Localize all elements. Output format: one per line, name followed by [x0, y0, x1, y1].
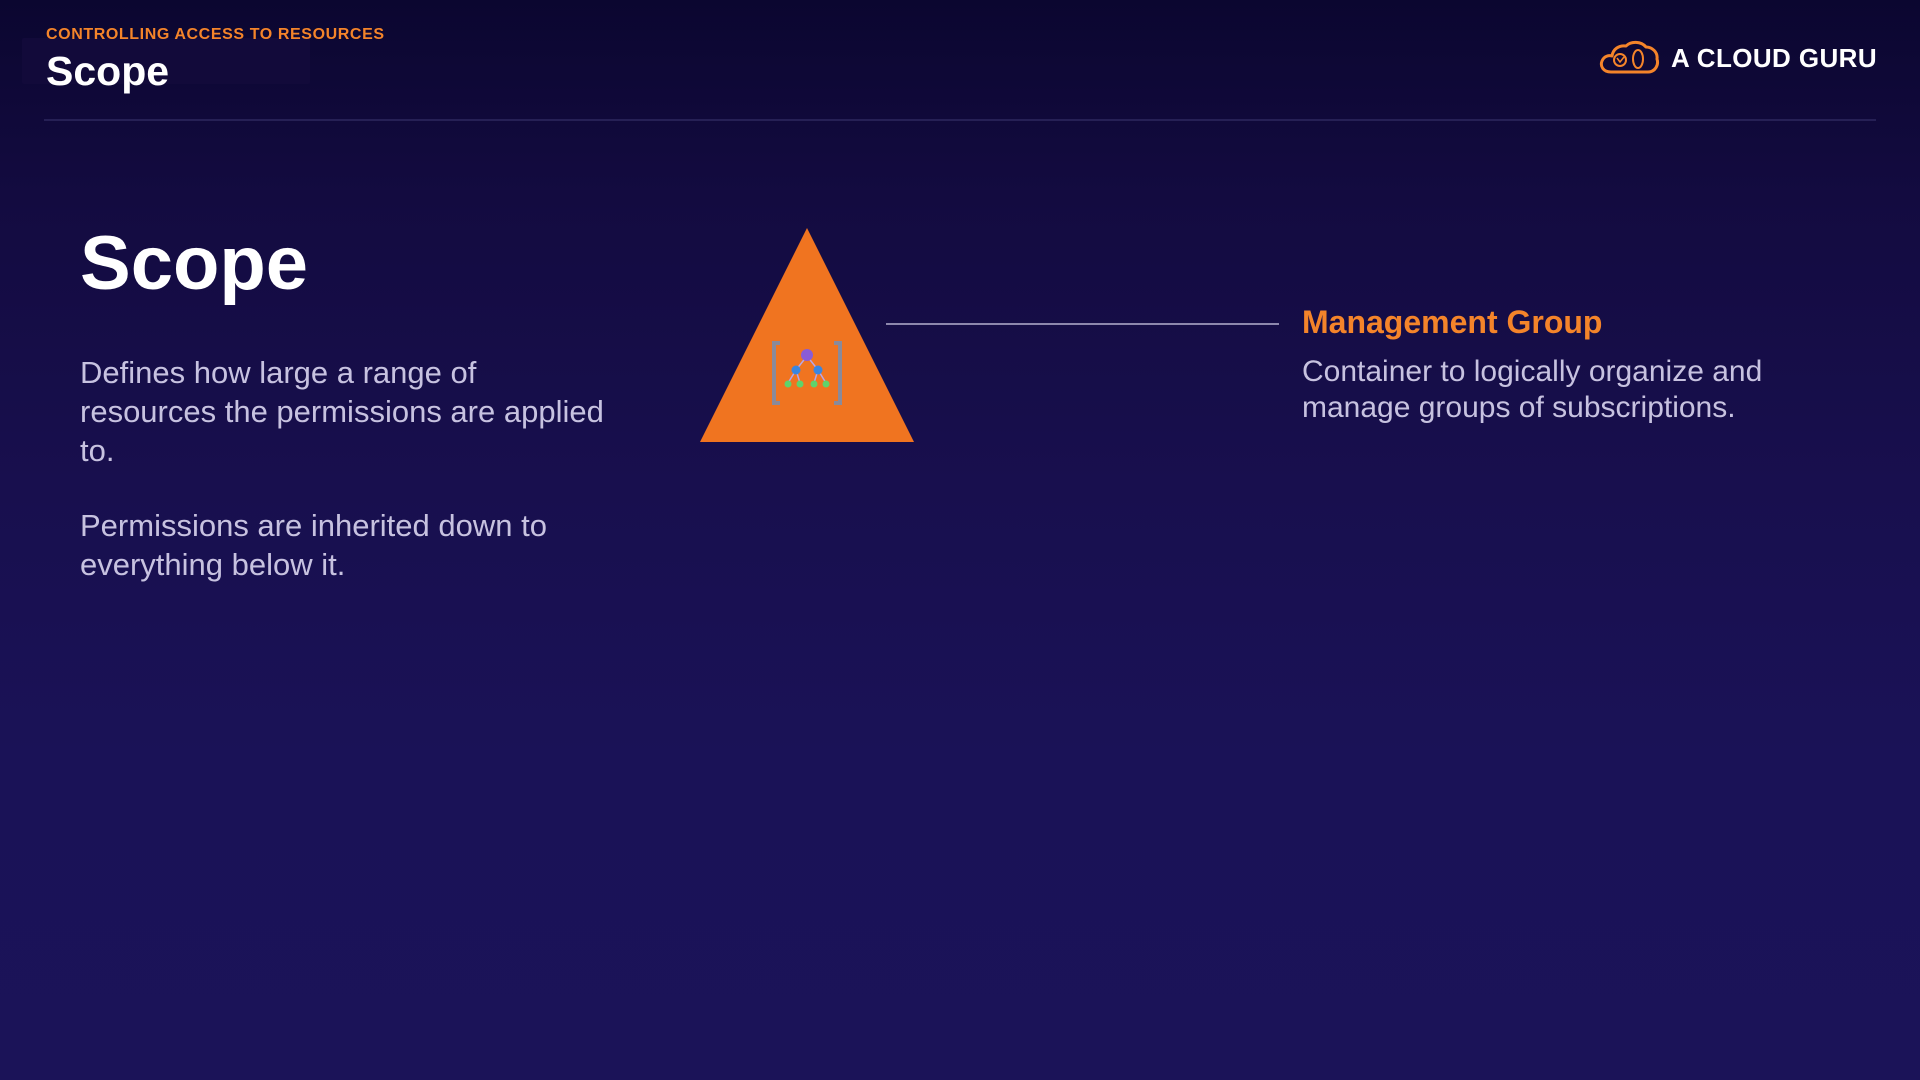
connector-line [886, 323, 1279, 325]
header-divider [44, 119, 1876, 121]
main-heading: Scope [80, 221, 309, 306]
cloud-logo-icon [1597, 38, 1661, 78]
brand-logo: A CLOUD GURU [1597, 38, 1877, 78]
management-group-description: Container to logically organize and mana… [1302, 355, 1763, 424]
inheritance-paragraph: Permissions are inherited down to everyt… [80, 508, 547, 582]
scope-pyramid [700, 228, 914, 442]
page-title: Scope [46, 48, 170, 94]
definition-paragraph: Defines how large a range of resources t… [80, 355, 604, 468]
brand-name: A CLOUD GURU [1670, 42, 1877, 73]
section-eyebrow: CONTROLLING ACCESS TO RESOURCES [46, 26, 385, 43]
management-group-label: Management Group [1302, 304, 1603, 340]
